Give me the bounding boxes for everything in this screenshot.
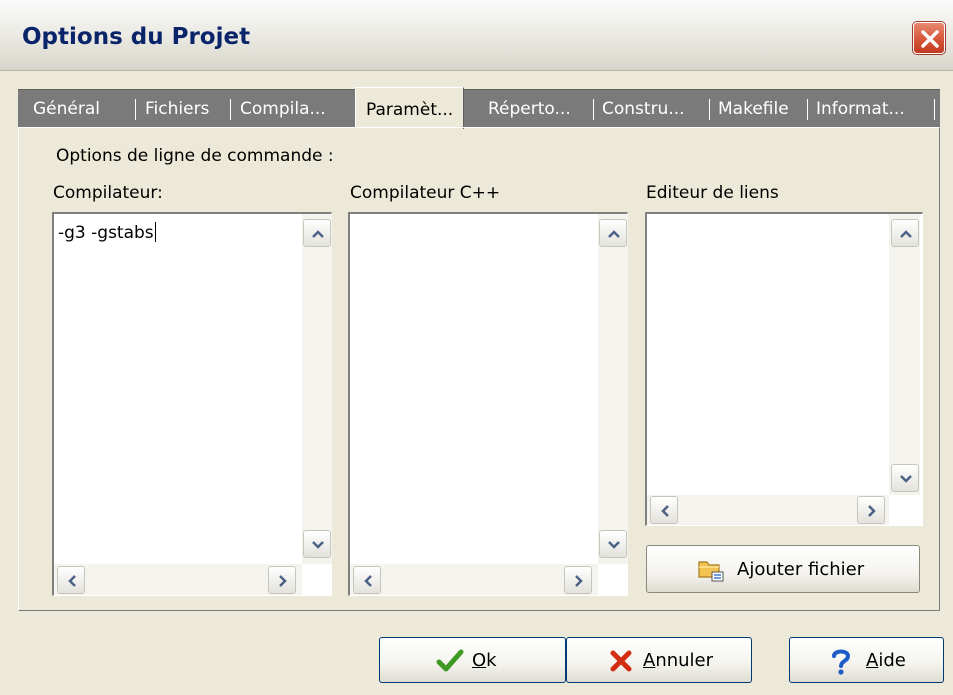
cancel-button[interactable]: Annuler (566, 637, 752, 683)
tab-separator (934, 99, 935, 120)
scroll-up-button[interactable] (303, 219, 331, 247)
help-label: Aide (866, 650, 906, 671)
add-file-button[interactable]: Ajouter fichier (646, 545, 920, 593)
tab-build[interactable]: Constru... (602, 90, 685, 128)
chevron-up-icon (312, 230, 324, 238)
chevron-right-icon (868, 505, 876, 517)
ok-label: Ok (472, 650, 497, 671)
tab-separator (230, 99, 231, 120)
cpp-compiler-options-textarea[interactable] (348, 212, 628, 596)
chevron-left-icon (68, 575, 76, 587)
tab-parameters[interactable]: Paramèt... (355, 87, 465, 129)
window-title: Options du Projet (22, 24, 251, 50)
tab-directories[interactable]: Réperto... (488, 90, 571, 128)
tab-separator (709, 99, 710, 120)
checkmark-icon (436, 649, 464, 672)
compiler-options-textarea[interactable]: -g3 -gstabs (52, 212, 332, 596)
help-label-rest: ide (878, 650, 906, 671)
scroll-right-button[interactable] (268, 566, 296, 594)
question-mark-icon (832, 649, 851, 675)
vertical-scrollbar[interactable] (302, 214, 332, 564)
red-x-icon (610, 650, 632, 672)
chevron-left-icon (661, 505, 669, 517)
scroll-up-button[interactable] (891, 219, 919, 247)
add-file-label: Ajouter fichier (737, 559, 865, 580)
scroll-up-button[interactable] (599, 219, 627, 247)
scroll-down-button[interactable] (303, 530, 331, 558)
help-button[interactable]: Aide (789, 637, 944, 683)
tab-makefile[interactable]: Makefile (718, 90, 789, 128)
scroll-down-button[interactable] (891, 464, 919, 492)
text-caret (154, 222, 156, 242)
tab-separator (135, 99, 136, 120)
linker-options-textarea[interactable] (645, 212, 923, 526)
close-button[interactable] (913, 22, 945, 54)
cancel-mnemonic: A (643, 650, 656, 671)
chevron-up-icon (900, 230, 912, 238)
folder-icon (698, 561, 724, 582)
scroll-right-button[interactable] (857, 496, 885, 524)
close-icon (921, 30, 939, 48)
chevron-right-icon (575, 575, 583, 587)
help-mnemonic: A (866, 650, 879, 671)
chevron-down-icon (608, 541, 620, 549)
chevron-down-icon (900, 475, 912, 483)
chevron-right-icon (279, 575, 287, 587)
tab-information[interactable]: Informat... (816, 90, 905, 128)
scroll-left-button[interactable] (57, 566, 85, 594)
cpp-compiler-label: Compilateur C++ (350, 183, 501, 203)
chevron-left-icon (364, 575, 372, 587)
tab-general[interactable]: Général (33, 90, 100, 128)
title-bar[interactable]: Options du Projet (0, 0, 953, 71)
scroll-left-button[interactable] (353, 566, 381, 594)
chevron-up-icon (608, 230, 620, 238)
command-line-options-label: Options de ligne de commande : (56, 146, 334, 166)
tab-bar: Général Fichiers Compila... Paramèt... R… (18, 87, 940, 129)
scroll-right-button[interactable] (564, 566, 592, 594)
vertical-scrollbar[interactable] (889, 214, 920, 495)
horizontal-scrollbar[interactable] (647, 495, 889, 525)
chevron-down-icon (312, 541, 324, 549)
scroll-down-button[interactable] (599, 530, 627, 558)
cancel-label-rest: nnuler (655, 650, 714, 671)
ok-label-rest: k (486, 650, 497, 671)
linker-label: Editeur de liens (646, 183, 779, 203)
tab-separator (807, 99, 808, 120)
horizontal-scrollbar[interactable] (54, 564, 302, 595)
compiler-label: Compilateur: (53, 183, 163, 203)
tab-separator (593, 99, 594, 120)
horizontal-scrollbar[interactable] (350, 564, 598, 595)
tab-compiler[interactable]: Compila... (240, 90, 326, 128)
cancel-label: Annuler (643, 650, 713, 671)
ok-mnemonic: O (472, 650, 487, 671)
tab-files[interactable]: Fichiers (145, 90, 209, 128)
scroll-left-button[interactable] (650, 496, 678, 524)
ok-button[interactable]: Ok (379, 637, 566, 683)
vertical-scrollbar[interactable] (598, 214, 628, 564)
project-options-dialog: Options du Projet Général Fichiers Compi… (0, 0, 953, 695)
compiler-options-text: -g3 -gstabs (58, 222, 156, 243)
compiler-options-value: -g3 -gstabs (58, 223, 154, 243)
